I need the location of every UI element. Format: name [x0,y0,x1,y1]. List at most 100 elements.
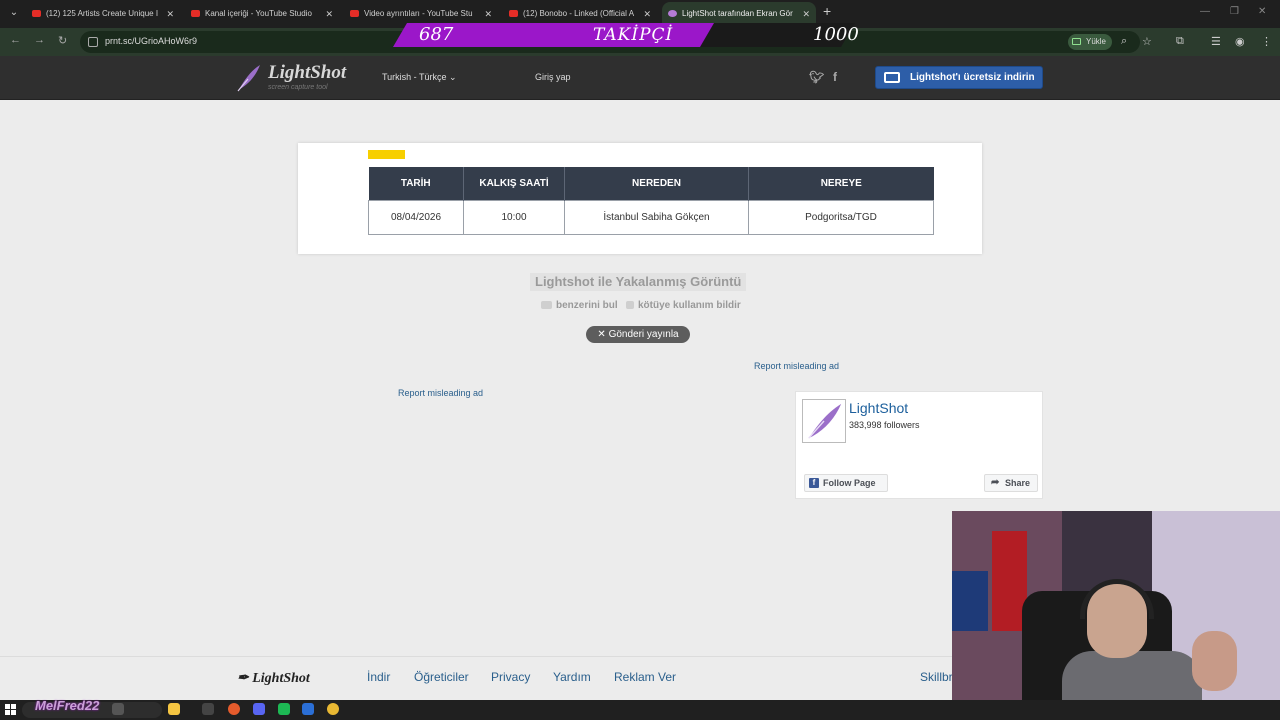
youtube-icon [32,10,41,17]
app-icon[interactable] [302,703,314,715]
find-similar-label: benzerini bul [556,300,618,311]
lightshot-icon [668,10,677,17]
upload-label: Yükle [1085,37,1106,46]
app-icon[interactable] [112,703,124,715]
reading-list-icon[interactable]: ☰ [1211,35,1221,48]
tab-title: LightShot tarafından Ekran Gör [682,9,793,18]
bookmark-star-icon[interactable]: ☆ [1142,35,1152,48]
upload-button[interactable]: Yükle [1068,34,1112,50]
chrome-icon[interactable] [327,703,339,715]
download-button[interactable]: Lightshot'ı ücretsiz indirin [875,66,1043,89]
tab-title: Video ayrıntıları - YouTube Stu [364,9,473,18]
close-tab-icon[interactable]: ✕ [166,2,174,26]
follower-goal-overlay: 687 TAKİPÇİ 1000 [393,23,859,47]
follower-label: TAKİPÇİ [593,25,674,45]
screenshot-image[interactable]: TARİH KALKIŞ SAATİ NEREDEN NEREYE 08/04/… [298,143,982,254]
footer-logo-text: LightShot [252,671,310,686]
table-cell: İstanbul Sabiha Gökçen [564,199,749,235]
follow-page-button[interactable]: f Follow Page [804,474,888,492]
youtube-icon [191,10,200,17]
facebook-page-widget: LightShot 383,998 followers f Follow Pag… [795,391,1043,499]
zoom-icon[interactable]: ⌕ [1121,35,1127,48]
footer-link-advertise[interactable]: Reklam Ver [614,670,676,684]
download-icon [884,72,900,83]
tab-title: (12) 125 Artists Create Unique I [46,9,159,18]
follower-count: 687 [419,24,454,45]
column-header: TARİH [368,167,464,200]
report-ad-link[interactable]: Report misleading ad [754,361,839,371]
browser-tab[interactable]: Kanal içeriği - YouTube Studio ✕ [185,2,339,26]
youtube-icon [509,10,518,17]
tab-title: Kanal içeriği - YouTube Studio [205,9,312,18]
new-tab-icon[interactable]: + [823,3,831,19]
share-label: Share [1005,478,1031,488]
facebook-icon: f [809,478,819,488]
extensions-icon[interactable]: ⧉ [1176,35,1184,48]
fb-follower-count: 383,998 followers [849,420,920,430]
maximize-icon[interactable]: ❐ [1230,6,1239,17]
close-window-icon[interactable]: ✕ [1258,6,1266,17]
column-header: NEREDEN [564,167,749,200]
copilot-icon[interactable] [168,703,180,715]
table-row: 08/04/2026 10:00 İstanbul Sabiha Gökçen … [368,199,934,235]
tweet-label: Gönderi yayınla [608,329,679,340]
footer-link-skillbrains[interactable]: Skillbr [920,670,953,684]
webcam-overlay [952,511,1280,720]
camera-icon [541,301,552,310]
share-icon: ➦ [991,477,1000,488]
lightshot-avatar[interactable] [802,399,846,443]
facebook-icon[interactable]: f [833,70,837,84]
twitter-icon[interactable]: 🐦︎ [809,70,824,84]
app-icon[interactable] [278,703,290,715]
site-logo[interactable]: LightShot [268,62,346,84]
footer-logo[interactable]: ✒ LightShot [237,670,310,687]
footer-link-download[interactable]: İndir [367,670,390,684]
download-button-label: Lightshot'ı ücretsiz indirin [910,72,1035,83]
profile-icon[interactable]: ◉ [1235,35,1245,48]
login-link[interactable]: Giriş yap [535,72,571,82]
share-button[interactable]: ➦ Share [984,474,1038,492]
upload-icon [1072,38,1081,45]
browser-menu-icon[interactable]: ⋮ [1261,35,1272,48]
headset-image [1080,579,1154,619]
x-logo-icon: ✕ [597,329,609,340]
tweet-button[interactable]: ✕ Gönderi yayınla [586,326,690,343]
task-view-icon[interactable] [202,703,214,715]
feather-icon: ✒ [237,671,253,686]
streamer-watermark: MelFred22 [35,698,100,713]
report-abuse-link[interactable]: kötüye kullanım bildir [626,300,741,311]
footer-link-privacy[interactable]: Privacy [491,670,530,684]
fb-page-name[interactable]: LightShot [849,400,908,416]
column-header: NEREYE [748,167,934,200]
browser-tab[interactable]: (12) 125 Artists Create Unique I ✕ [26,2,180,26]
column-header: KALKIŞ SAATİ [463,167,565,200]
language-label: Turkish - Türkçe [382,72,447,82]
report-ad-link[interactable]: Report misleading ad [398,388,483,398]
reload-icon[interactable]: ↻ [58,34,67,47]
site-logo-subtitle: screen capture tool [268,84,328,91]
minimize-icon[interactable]: — [1200,6,1210,17]
url-text: prnt.sc/UGrioAHoW6r9 [105,36,198,46]
lightshot-feather-icon[interactable] [234,63,262,93]
follower-goal: 1000 [813,24,859,45]
tab-title: (12) Bonobo - Linked (Official A [523,9,635,18]
windows-start-icon[interactable] [5,704,16,715]
forward-icon[interactable]: → [34,34,45,46]
highlight-bar [368,150,405,159]
language-select[interactable]: Turkish - Türkçe ⌄ [382,72,457,83]
discord-icon[interactable] [253,703,265,715]
footer-link-tutorials[interactable]: Öğreticiler [414,670,469,684]
back-icon[interactable]: ← [10,34,21,46]
site-header [0,56,1280,100]
close-tab-icon[interactable]: ✕ [325,2,333,26]
footer-link-help[interactable]: Yardım [553,670,591,684]
flight-table: TARİH KALKIŞ SAATİ NEREDEN NEREYE 08/04/… [368,167,934,235]
tab-search-icon[interactable]: ⌄ [6,5,22,21]
flag-icon [626,301,634,310]
site-info-icon[interactable] [88,37,98,47]
table-cell: Podgoritsa/TGD [748,199,934,235]
follow-label: Follow Page [823,478,876,488]
capture-caption: Lightshot ile Yakalanmış Görüntü [530,273,747,291]
firefox-icon[interactable] [228,703,240,715]
find-similar-link[interactable]: benzerini bul [541,300,618,311]
